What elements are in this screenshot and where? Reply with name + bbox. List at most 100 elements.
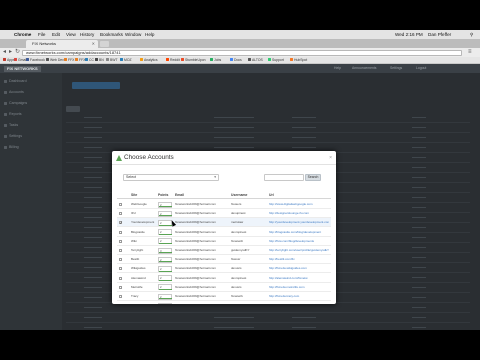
points-input[interactable]: 2 <box>158 229 172 236</box>
url-link[interactable]: http://tuwinds.com/fix <box>269 301 329 304</box>
menu-item[interactable]: View <box>66 30 76 39</box>
column-header[interactable]: Username <box>231 191 247 199</box>
url-link[interactable]: http://fixnetw.wikiguides.com <box>269 264 329 273</box>
bookmark-item[interactable]: Facebook <box>26 57 45 64</box>
sidebar-item[interactable]: Dashboard <box>3 77 59 86</box>
row-checkbox[interactable] <box>119 285 122 289</box>
menu-item[interactable]: File <box>38 30 45 39</box>
row-checkbox[interactable] <box>119 203 122 206</box>
menu-item[interactable]: Help <box>145 30 154 39</box>
points-input[interactable]: 2 <box>158 210 172 217</box>
nav-help[interactable]: Help <box>334 64 341 73</box>
menu-item[interactable]: History <box>80 30 94 39</box>
url-link[interactable]: http://bestlit.com/fix <box>269 255 329 264</box>
row-checkbox[interactable] <box>119 212 122 216</box>
points-input[interactable]: 2 <box>158 284 172 291</box>
points-input[interactable]: 2 <box>158 265 172 272</box>
bookmark-item[interactable]: Web Dev <box>46 57 64 64</box>
menu-item[interactable]: Bookmarks <box>100 30 123 39</box>
column-header[interactable]: Url <box>269 191 274 199</box>
table-row[interactable]: Tuwinds2fixnetworks1009@hotmail.comfixne… <box>117 301 331 304</box>
table-row[interactable]: WebGoogle 2 fixnetworks1009@hotmail.com fix… <box>117 200 331 209</box>
points-input[interactable]: 2 <box>158 238 172 245</box>
points-input[interactable]: 2 <box>158 256 172 263</box>
menu-item[interactable]: Chrome <box>14 30 31 39</box>
search-button[interactable]: Search <box>305 174 321 181</box>
reload-icon[interactable]: ↻ <box>15 49 20 56</box>
bookmark-item[interactable]: Analytics <box>140 57 158 64</box>
close-icon[interactable]: × <box>329 151 332 165</box>
url-link[interactable]: http://yourdevelopment.yourdevelopment.c… <box>269 218 329 227</box>
points-input[interactable]: 3 <box>158 247 172 254</box>
url-link[interactable]: http://fixnetw.metrolife.com <box>269 283 329 292</box>
app-logo[interactable]: FIX NETWORKS <box>4 65 41 72</box>
table-row[interactable]: Wikiguides 2 fixnetworks1009@hotmail.com de… <box>117 264 331 274</box>
row-checkbox[interactable] <box>119 276 122 280</box>
row-checkbox[interactable] <box>119 239 122 243</box>
table-row[interactable]: Wiki 2 fixnetworks1009@hotmail.com fixnetwd… <box>117 237 331 246</box>
wrench-icon[interactable]: ≡ <box>468 49 472 55</box>
column-header[interactable]: Email <box>175 191 184 199</box>
url-link[interactable]: http://designerslounge.ifu.com <box>269 209 329 218</box>
table-row[interactable]: Bestlit 2 fixnetworks1009@hotmail.com fixwu… <box>117 255 331 265</box>
table-row[interactable]: Terrylight 3 fixnetworks1009@hotmail.com gu… <box>117 246 331 255</box>
browser-tab[interactable]: FIX Networks ✕ <box>26 40 98 48</box>
bookmark-item[interactable]: Gmail <box>14 57 27 64</box>
forward-icon[interactable]: ▸ <box>9 49 12 56</box>
spotlight-icon[interactable]: ⚲ <box>470 30 473 39</box>
sidebar-item[interactable]: Reports <box>3 110 59 119</box>
sidebar-item[interactable]: Tasks <box>3 121 59 130</box>
bookmark-item[interactable]: ALTOS <box>248 57 263 64</box>
url-link[interactable]: http://blogcastle.com/blog/development <box>269 228 329 237</box>
row-checkbox[interactable] <box>119 220 123 225</box>
table-row[interactable]: Tracy 2 fixnetworks1009@hotmail.com fixnetw… <box>117 292 331 301</box>
bookmark-item[interactable]: StumbleUpon <box>181 57 206 64</box>
search-input[interactable] <box>264 174 304 181</box>
site-filter-select[interactable]: Select ▾ <box>123 174 219 181</box>
back-icon[interactable]: ◂ <box>3 49 6 56</box>
bookmark-item[interactable]: Jobs <box>210 57 221 64</box>
points-input[interactable]: 2 <box>158 293 172 300</box>
url-link[interactable]: http://fixnetw.tracy.com <box>269 292 329 301</box>
nav-logout[interactable]: Logout <box>416 64 426 73</box>
menu-item[interactable]: Window <box>125 30 141 39</box>
points-input[interactable]: 2 <box>158 275 172 282</box>
bookmark-item[interactable]: Apps <box>3 57 15 64</box>
url-link[interactable]: http://terrylight.com/user/profile/guide… <box>269 246 329 255</box>
bookmark-item[interactable]: Reddit <box>166 57 180 64</box>
bookmark-item[interactable]: CC <box>85 57 94 64</box>
bookmark-item[interactable]: Support <box>268 57 284 64</box>
sidebar-item[interactable]: Accounts <box>3 88 59 97</box>
row-checkbox[interactable] <box>119 295 122 298</box>
nav-settings[interactable]: Settings <box>390 64 402 73</box>
clock[interactable]: Wed 2:16 PM <box>395 30 423 39</box>
column-header[interactable]: Points <box>158 191 168 199</box>
table-row[interactable]: Alemawind 2 fixnetworks1009@hotmail.com dev… <box>117 274 331 283</box>
user-name[interactable]: Dan Pfeffer <box>428 30 451 39</box>
points-input[interactable]: 2 <box>158 302 172 304</box>
bookmark-item[interactable]: BWT <box>106 57 118 64</box>
row-checkbox[interactable] <box>119 230 122 234</box>
table-row[interactable]: Yourdevelopment 2 fixnetworks1009@hotmail.… <box>117 218 331 228</box>
bookmark-item[interactable]: FFX <box>64 57 74 64</box>
menu-item[interactable]: Edit <box>52 30 60 39</box>
table-row[interactable]: Blogcastle 2 fixnetworks1009@hotmail.com de… <box>117 228 331 237</box>
sidebar-item[interactable]: Billing <box>3 143 59 152</box>
address-bar[interactable]: www.fixnetworks.com/campaigns/addaccount… <box>22 49 462 56</box>
row-checkbox[interactable] <box>119 267 122 271</box>
close-tab-icon[interactable]: ✕ <box>92 40 95 48</box>
row-checkbox[interactable] <box>119 249 122 252</box>
bookmark-item[interactable]: FFX <box>75 57 85 64</box>
nav-announcements[interactable]: Announcements <box>352 64 377 73</box>
bookmark-item[interactable]: BN <box>95 57 104 64</box>
row-checkbox[interactable] <box>119 258 122 262</box>
table-row[interactable]: Metrolife 2 fixnetworks1009@hotmail.com dev… <box>117 283 331 292</box>
sidebar-item[interactable]: Settings <box>3 132 59 141</box>
points-input[interactable]: 2 <box>158 201 172 208</box>
url-link[interactable]: http://fixw.com/blog/developments <box>269 237 329 246</box>
url-link[interactable]: http://alemawind.com/fixnetw <box>269 274 329 283</box>
sidebar-item[interactable]: Campaigns <box>3 99 59 108</box>
column-header[interactable]: Site <box>131 191 137 199</box>
bookmark-item[interactable]: HubSpot <box>290 57 307 64</box>
table-row[interactable]: IFU 2 fixnetworks1009@hotmail.com devupines… <box>117 209 331 219</box>
